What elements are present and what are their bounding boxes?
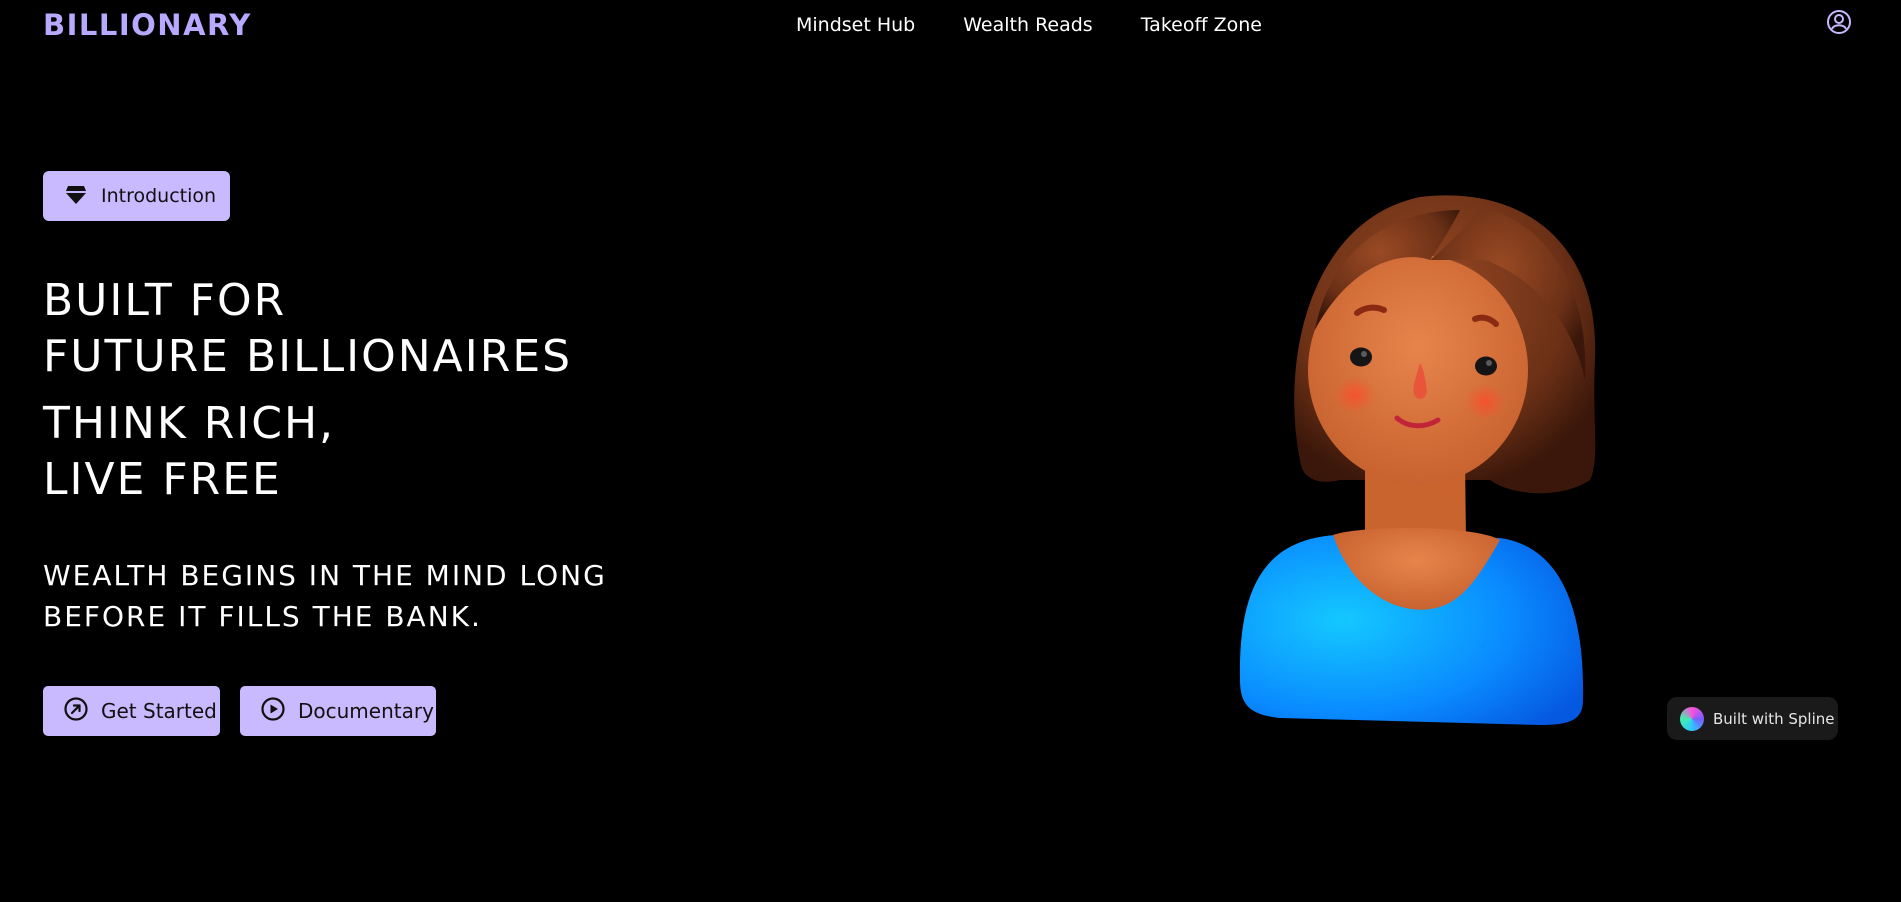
documentary-label: Documentary bbox=[298, 699, 434, 723]
headline-line-4: LIVE FREE bbox=[43, 454, 282, 505]
user-circle-icon[interactable] bbox=[1826, 9, 1852, 35]
built-with-spline-badge[interactable]: Built with Spline bbox=[1667, 697, 1838, 740]
arrow-up-right-circle-icon bbox=[63, 696, 101, 727]
tagline-line-1: WEALTH BEGINS IN THE MIND LONG bbox=[43, 559, 607, 592]
main-nav: Mindset Hub Wealth Reads Takeoff Zone bbox=[796, 14, 1262, 36]
nav-item-mindset-hub[interactable]: Mindset Hub bbox=[796, 14, 915, 36]
headline-line-2: FUTURE BILLIONAIRES bbox=[43, 331, 573, 382]
documentary-button[interactable]: Documentary bbox=[240, 686, 436, 736]
page: BILLIONARY Mindset Hub Wealth Reads Take… bbox=[0, 0, 1901, 902]
tagline: WEALTH BEGINS IN THE MIND LONG BEFORE IT… bbox=[43, 555, 607, 637]
headline-line-3: THINK RICH, bbox=[43, 398, 336, 449]
diamond-icon bbox=[63, 181, 101, 212]
play-circle-icon bbox=[260, 696, 298, 727]
spline-logo-icon bbox=[1680, 706, 1704, 731]
spline-label: Built with Spline bbox=[1713, 709, 1835, 728]
introduction-badge[interactable]: Introduction bbox=[43, 171, 230, 221]
nav-item-wealth-reads[interactable]: Wealth Reads bbox=[963, 14, 1092, 36]
logo[interactable]: BILLIONARY bbox=[43, 8, 252, 42]
get-started-button[interactable]: Get Started bbox=[43, 686, 220, 736]
avatar-illustration bbox=[1220, 180, 1620, 740]
nav-item-takeoff-zone[interactable]: Takeoff Zone bbox=[1141, 14, 1262, 36]
tagline-line-2: BEFORE IT FILLS THE BANK. bbox=[43, 600, 482, 633]
get-started-label: Get Started bbox=[101, 699, 217, 723]
introduction-label: Introduction bbox=[101, 185, 217, 207]
headline-line-1: BUILT FOR bbox=[43, 275, 287, 326]
